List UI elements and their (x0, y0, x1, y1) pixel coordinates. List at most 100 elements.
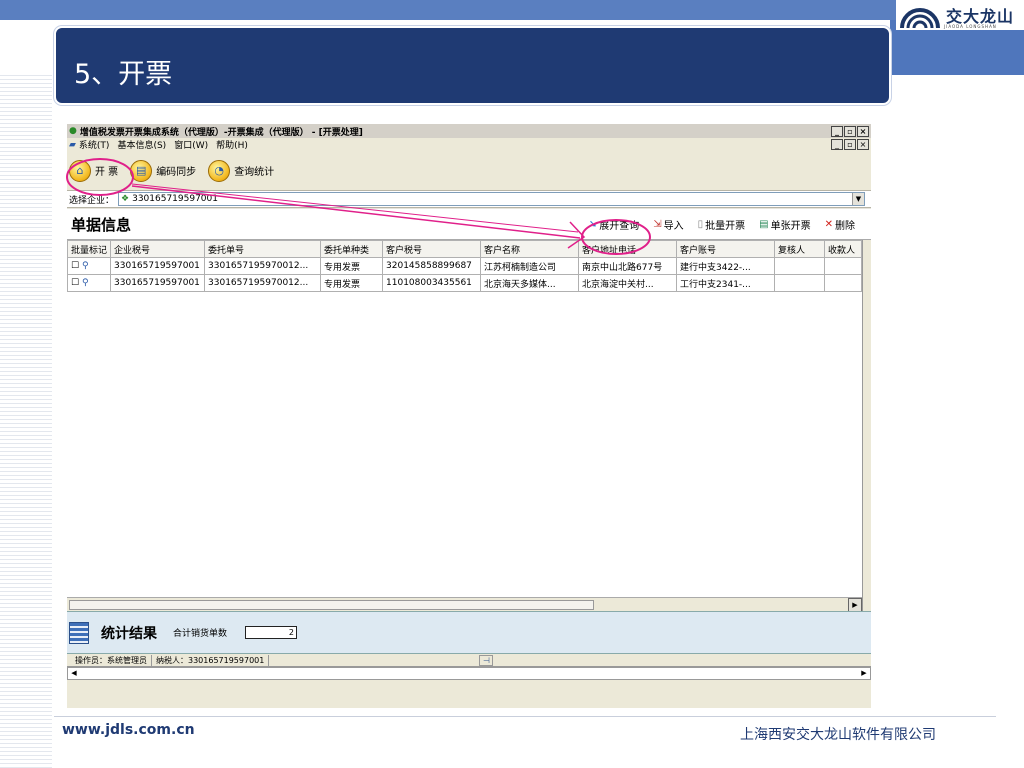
cell: 320145858899687 (382, 257, 482, 275)
cell: 南京中山北路677号 (578, 257, 678, 275)
menu-window[interactable]: 窗口(W) (174, 138, 208, 151)
chevron-down-icon[interactable]: ▼ (852, 193, 864, 205)
col-customer-account[interactable]: 客户账号 (676, 240, 776, 258)
col-company-tax-id[interactable]: 企业税号 (110, 240, 206, 258)
scroll-right-icon[interactable]: ▶ (848, 598, 862, 611)
cell: 江苏柯楠制造公司 (480, 257, 580, 275)
col-customer-name[interactable]: 客户名称 (480, 240, 580, 258)
batch-invoice-button[interactable]: ▯ 批量开票 (698, 217, 746, 232)
doc-table: 批量标记 企业税号 委托单号 委托单种类 客户税号 客户名称 客户地址电话 客户… (67, 240, 863, 292)
delete-button[interactable]: ✕ 删除 (825, 217, 855, 232)
cell: 330165719597001 (110, 257, 206, 275)
window-title: 增值税发票开票集成系统（代理版）-开票集成（代理版） - [开票处理] (79, 127, 363, 138)
cell (824, 274, 863, 292)
cell: 工行中支2341-... (676, 274, 776, 292)
table-header-row: 批量标记 企业税号 委托单号 委托单种类 客户税号 客户名称 客户地址电话 客户… (67, 240, 863, 258)
cell: 北京海天多媒体... (480, 274, 580, 292)
cell: 专用发票 (320, 274, 384, 292)
cell (774, 257, 826, 275)
search-icon[interactable]: ⚲ (82, 261, 89, 271)
vertical-scrollbar[interactable] (862, 240, 871, 611)
stats-count: 2 (245, 626, 298, 639)
col-reviewer[interactable]: 复核人 (774, 240, 826, 258)
menu-system[interactable]: 系统(T) (79, 138, 110, 151)
status-taxpayer: 纳税人：330165719597001 (152, 654, 270, 666)
home-icon: ⌂ (69, 159, 91, 182)
single-icon: ▤ (759, 218, 769, 230)
single-invoice-label: 单张开票 (770, 220, 811, 232)
batch-icon: ▯ (697, 218, 704, 230)
app-window: ● 增值税发票开票集成系统（代理版）-开票集成（代理版） - [开票处理] _ … (67, 124, 871, 708)
import-icon: ⇲ (653, 218, 662, 230)
single-invoice-button[interactable]: ▤ 单张开票 (759, 217, 810, 232)
col-customer-tax-id[interactable]: 客户税号 (382, 240, 482, 258)
query-icon: ◔ (208, 159, 231, 182)
cell: 专用发票 (320, 257, 384, 275)
company-select[interactable]: ❖ 330165719597001 ▼ (118, 192, 865, 206)
cell (824, 257, 863, 275)
status-operator: 操作员：系统管理员 (71, 654, 152, 666)
invoice-label: 开 票 (95, 167, 119, 178)
cell: 北京海淀中关村... (578, 274, 678, 292)
child-minimize-button[interactable]: _ (831, 139, 843, 150)
report-icon (69, 621, 89, 644)
close-button[interactable]: × (857, 125, 869, 137)
menu-bar: ▰ 系统(T) 基本信息(S) 窗口(W) 帮助(H) _ ▫ × (67, 138, 871, 151)
query-stats-label: 查询统计 (234, 167, 275, 178)
bottom-scrollbar[interactable]: ◀ ▶ (67, 667, 871, 680)
scrollbar-thumb[interactable] (69, 600, 594, 610)
col-entrust-no[interactable]: 委托单号 (204, 240, 322, 258)
sync-icon: ▤ (130, 159, 153, 182)
cell: 110108003435561 (382, 274, 482, 292)
import-label: 导入 (663, 220, 684, 232)
window-controls: _ ▫ × (831, 125, 871, 137)
main-toolbar: ⌂ 开 票 ▤ 编码同步 ◔ 查询统计 (67, 151, 871, 191)
col-batch-mark[interactable]: 批量标记 (67, 240, 112, 258)
expand-query-button[interactable]: ➘ 展开查询 (589, 217, 639, 232)
footer-divider (54, 716, 996, 717)
checkbox[interactable]: ☐ (71, 261, 79, 271)
code-sync-button[interactable]: ▤ 编码同步 (130, 159, 197, 182)
query-stats-button[interactable]: ◔ 查询统计 (208, 159, 275, 182)
col-customer-address[interactable]: 客户地址电话 (578, 240, 678, 258)
import-button[interactable]: ⇲ 导入 (653, 217, 683, 232)
scroll-right-icon[interactable]: ▶ (858, 668, 870, 679)
scroll-left-icon[interactable]: ◀ (68, 668, 80, 679)
delete-icon: ✕ (824, 218, 833, 230)
window-titlebar: ● 增值税发票开票集成系统（代理版）-开票集成（代理版） - [开票处理] _ … (67, 124, 871, 138)
doc-title: 单据信息 (71, 215, 132, 234)
row-controls: ☐ ⚲ (67, 274, 112, 292)
invoice-button[interactable]: ⌂ 开 票 (69, 159, 119, 182)
child-close-button[interactable]: × (857, 139, 869, 150)
menu-basic-info[interactable]: 基本信息(S) (117, 138, 166, 151)
menu-help[interactable]: 帮助(H) (216, 138, 248, 151)
restore-button[interactable]: ▫ (844, 125, 856, 137)
top-band (0, 0, 1024, 20)
minimize-button[interactable]: _ (831, 125, 843, 137)
stats-title: 统计结果 (101, 625, 157, 642)
col-payee[interactable]: 收款人 (824, 240, 863, 258)
cell (774, 274, 826, 292)
company-value: 330165719597001 (132, 194, 218, 204)
doc-header: 单据信息 ➘ 展开查询 ⇲ 导入 ▯ 批量开票 ▤ 单张开票 ✕ 删除 (67, 208, 871, 239)
col-entrust-type[interactable]: 委托单种类 (320, 240, 384, 258)
doc-actions: ➘ 展开查询 ⇲ 导入 ▯ 批量开票 ▤ 单张开票 ✕ 删除 (589, 217, 871, 232)
expand-query-label: 展开查询 (599, 220, 640, 232)
table-row[interactable]: ☐ ⚲ 330165719597001 3301657195970012... … (67, 257, 863, 275)
child-window-controls: _ ▫ × (831, 139, 871, 150)
search-icon[interactable]: ⚲ (82, 278, 89, 288)
child-restore-button[interactable]: ▫ (844, 139, 856, 150)
footer-url[interactable]: www.jdls.com.cn (62, 722, 195, 738)
stats-panel: 统计结果 合计销货单数 2 (67, 611, 871, 654)
left-stripes (0, 75, 52, 768)
table-row[interactable]: ☐ ⚲ 330165719597001 3301657195970012... … (67, 274, 863, 292)
app-icon: ● (69, 126, 77, 136)
delete-label: 删除 (835, 220, 855, 232)
slide-title-box: 5、开票 (54, 26, 891, 105)
status-bar: 操作员：系统管理员 纳税人：330165719597001 ⊣ (67, 654, 871, 667)
logo-subtext: JIAODA LONGSHAN (944, 24, 997, 29)
pin-icon[interactable]: ⊣ (479, 654, 494, 666)
checkbox[interactable]: ☐ (71, 278, 79, 288)
code-sync-label: 编码同步 (156, 167, 197, 178)
horizontal-scrollbar[interactable]: ▶ (67, 597, 862, 611)
